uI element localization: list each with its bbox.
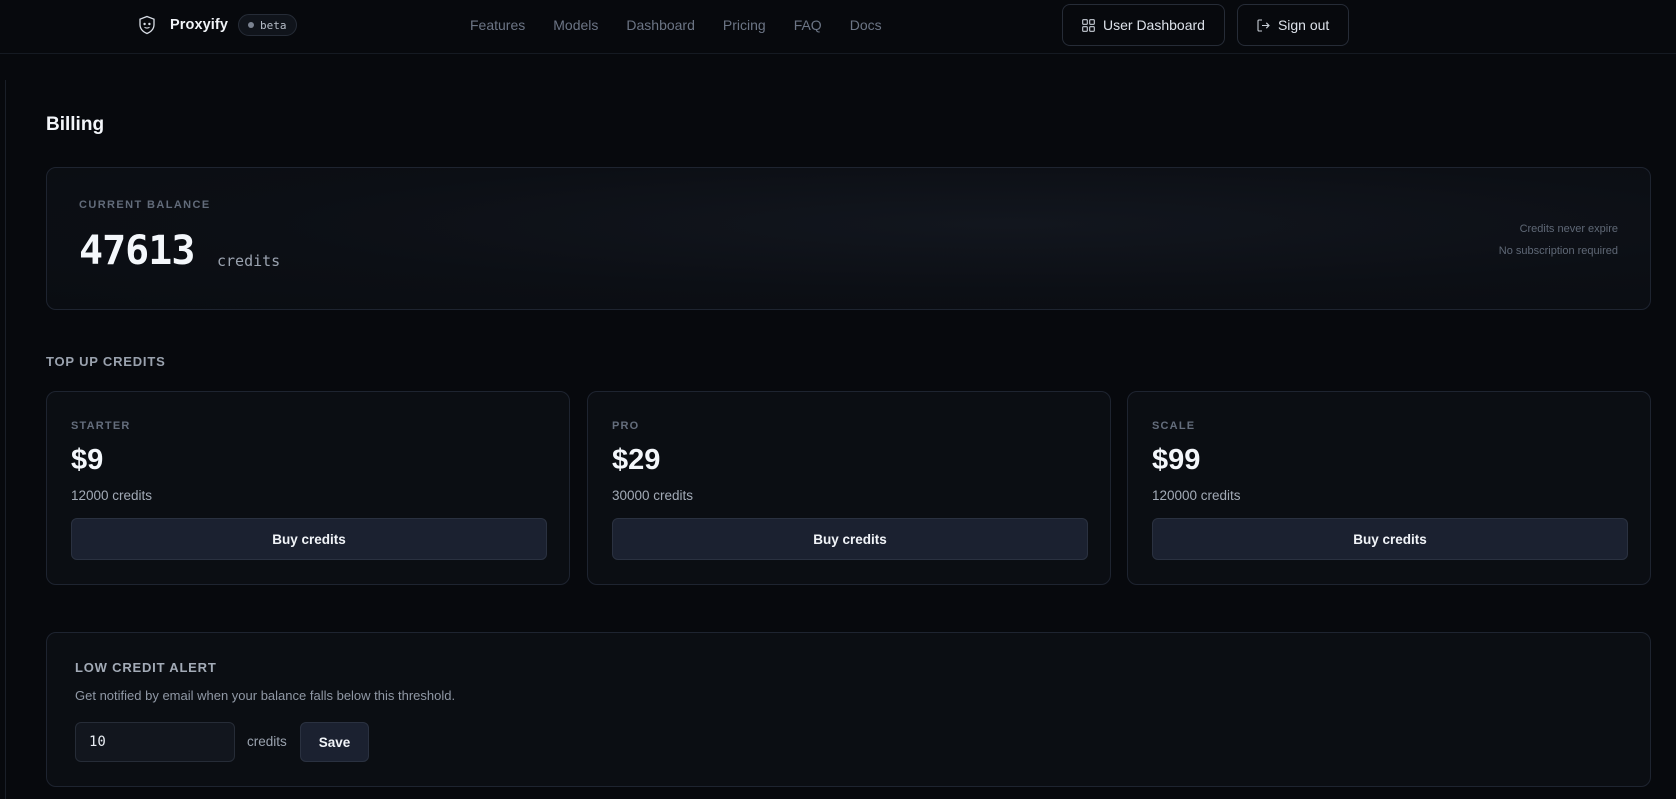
plan-credits: 12000 credits (71, 488, 153, 503)
beta-badge: beta (238, 14, 297, 36)
nav-link-models[interactable]: Models (553, 17, 598, 33)
plan-name: STARTER (71, 420, 131, 432)
plan-price: $9 (71, 444, 104, 476)
plan-card-starter: STARTER $9 12000 credits Buy credits (46, 391, 570, 585)
main-nav: Features Models Dashboard Pricing FAQ Do… (470, 0, 910, 50)
save-button[interactable]: Save (300, 722, 369, 762)
nav-link-features[interactable]: Features (470, 17, 525, 33)
buy-credits-button-starter[interactable]: Buy credits (71, 518, 547, 560)
nav-link-dashboard[interactable]: Dashboard (626, 17, 695, 33)
topup-heading: TOP UP CREDITS (46, 354, 166, 369)
nav-link-pricing[interactable]: Pricing (723, 17, 766, 33)
grid-icon (1082, 18, 1095, 32)
user-dashboard-label: User Dashboard (1103, 17, 1205, 33)
nav-link-faq[interactable]: FAQ (794, 17, 822, 33)
threshold-input[interactable] (75, 722, 235, 762)
plan-price: $99 (1152, 444, 1201, 476)
plan-price: $29 (612, 444, 661, 476)
plan-card-scale: SCALE $99 120000 credits Buy credits (1127, 391, 1651, 585)
plan-credits: 120000 credits (1152, 488, 1241, 503)
beta-badge-label: beta (260, 18, 287, 32)
top-navigation: Proxyify beta Features Models Dashboard … (0, 0, 1676, 54)
buy-credits-button-pro[interactable]: Buy credits (612, 518, 1088, 560)
brand-name: Proxyify (170, 17, 229, 33)
page-title: Billing (46, 114, 105, 135)
nav-actions: User Dashboard Sign out (1062, 4, 1361, 46)
sign-out-button[interactable]: Sign out (1236, 4, 1350, 46)
left-rail-divider (5, 80, 6, 799)
balance-value: 47613 (79, 228, 195, 274)
brand[interactable]: Proxyify beta (136, 12, 297, 38)
nav-link-docs[interactable]: Docs (850, 17, 882, 33)
shield-logo-icon (136, 14, 158, 36)
sign-out-icon (1257, 18, 1270, 32)
balance-label: CURRENT BALANCE (79, 199, 211, 211)
buy-credits-button-scale[interactable]: Buy credits (1152, 518, 1628, 560)
sign-out-label: Sign out (1277, 17, 1330, 33)
alert-title: LOW CREDIT ALERT (75, 660, 217, 675)
status-dot-icon (248, 22, 255, 28)
alert-description: Get notified by email when your balance … (75, 688, 456, 703)
balance-unit: credits (217, 252, 281, 270)
low-credit-alert-card: LOW CREDIT ALERT Get notified by email w… (46, 632, 1651, 787)
threshold-unit: credits (247, 734, 287, 749)
balance-card: CURRENT BALANCE 47613 credits Credits ne… (46, 167, 1651, 310)
plan-name: PRO (612, 420, 640, 432)
balance-note-subscription: No subscription required (1498, 245, 1618, 257)
balance-note-expiry: Credits never expire (1519, 223, 1618, 235)
plan-credits: 30000 credits (612, 488, 694, 503)
plan-card-pro: PRO $29 30000 credits Buy credits (587, 391, 1111, 585)
user-dashboard-button[interactable]: User Dashboard (1062, 4, 1225, 46)
plan-name: SCALE (1152, 420, 1196, 432)
topup-plans: STARTER $9 12000 credits Buy credits PRO… (46, 391, 1651, 585)
